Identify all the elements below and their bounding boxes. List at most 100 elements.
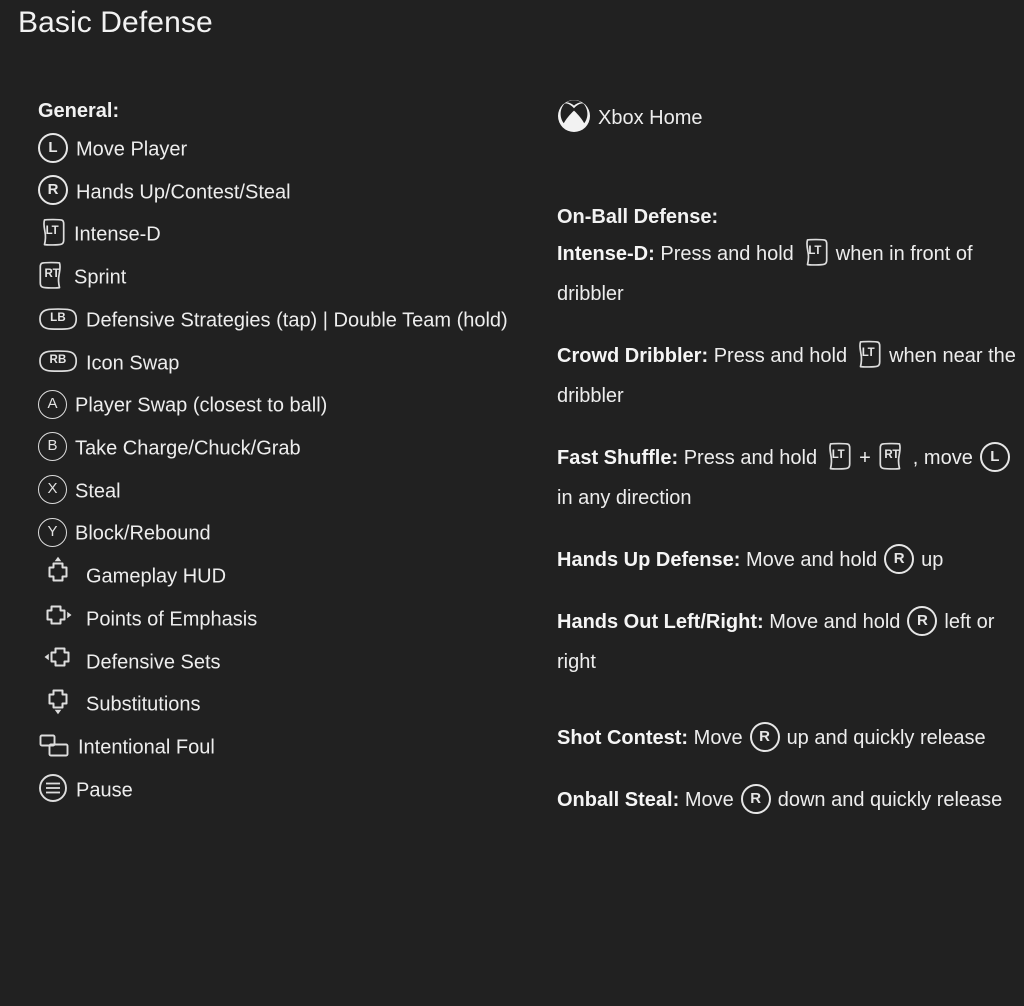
left-trigger-icon: LT	[854, 339, 882, 369]
left-trigger-label: LT	[808, 244, 822, 257]
control-label: Points of Emphasis	[86, 608, 258, 631]
control-row: Gameplay HUD	[38, 555, 518, 598]
move-shot-contest: Shot Contest: Move Rup and quickly releas…	[557, 718, 1017, 758]
move-text-1: Move	[693, 727, 743, 749]
control-label: Defensive Strategies (tap) | Double Team…	[86, 309, 508, 332]
left-trigger-icon: LT	[801, 237, 829, 267]
move-fast-shuffle: Fast Shuffle: Press and hold LT + RT , m…	[557, 438, 1017, 518]
general-heading: General:	[38, 100, 120, 122]
controls-reference-page: Basic Defense General: L Move Player R Han…	[0, 0, 1024, 1006]
control-row: RT Sprint	[38, 256, 518, 299]
right-trigger-icon: RT	[38, 260, 66, 290]
menu-button-icon	[38, 773, 68, 803]
control-row: Substitutions	[38, 683, 518, 726]
move-name: Intense-D:	[557, 243, 655, 265]
control-row: X Steal	[38, 470, 518, 513]
control-label: Defensive Sets	[86, 651, 221, 674]
move-text-1: Move	[684, 789, 734, 811]
control-label: Player Swap (closest to ball)	[75, 395, 328, 418]
control-row: L Move Player	[38, 128, 518, 171]
control-label: Icon Swap	[86, 352, 180, 375]
view-button-icon	[38, 733, 70, 759]
dpad-down-icon	[38, 684, 78, 720]
right-bumper-label: RB	[49, 354, 67, 367]
control-label: Sprint	[74, 266, 127, 289]
dpad-left-icon	[38, 641, 78, 677]
control-label: Steal	[75, 480, 121, 503]
move-text-1: Press and hold	[660, 243, 794, 265]
control-label: Take Charge/Chuck/Grab	[75, 437, 301, 460]
move-text-1: Press and hold	[683, 447, 818, 469]
right-bumper-icon: RB	[38, 349, 78, 373]
on-ball-defense-heading: On-Ball Defense:	[557, 206, 719, 228]
right-stick-icon: R	[740, 783, 771, 814]
left-trigger-icon: LT	[824, 441, 852, 471]
move-text-2: up	[921, 549, 944, 571]
left-trigger-label: LT	[831, 448, 845, 461]
control-row: Pause	[38, 769, 518, 812]
x-button-icon: X	[38, 474, 67, 504]
control-row: Y Block/Rebound	[38, 512, 518, 555]
control-row: B Take Charge/Chuck/Grab	[38, 427, 518, 470]
control-row: Points of Emphasis	[38, 598, 518, 641]
control-label: Block/Rebound	[75, 523, 211, 546]
move-name: Onball Steal:	[557, 789, 680, 811]
move-crowd-dribbler: Crowd Dribbler: Press and hold LT when n…	[557, 336, 1017, 416]
on-ball-defense-column: Xbox Home On-Ball Defense: Intense-D: Pr…	[557, 98, 1017, 842]
move-text-2: up and quickly release	[786, 727, 986, 749]
left-stick-icon: L	[38, 132, 68, 163]
move-name: Hands Up Defense:	[557, 549, 741, 571]
move-name: Crowd Dribbler:	[557, 345, 709, 367]
control-row: R Hands Up/Contest/Steal	[38, 171, 518, 214]
control-label: Pause	[76, 779, 133, 802]
move-hands-out: Hands Out Left/Right: Move and hold Rleft…	[557, 602, 1017, 682]
control-label: Substitutions	[86, 694, 201, 717]
xbox-home-row: Xbox Home	[557, 98, 1017, 138]
move-name: Fast Shuffle:	[557, 447, 679, 469]
control-label: Intense-D	[74, 224, 161, 247]
page-title: Basic Defense	[18, 6, 213, 39]
right-stick-icon: R	[749, 721, 780, 752]
control-label: Intentional Foul	[78, 736, 215, 759]
xbox-home-label: Xbox Home	[598, 107, 703, 129]
dpad-up-icon	[38, 556, 78, 592]
move-text-2: , move	[912, 447, 973, 469]
plus-sign: +	[859, 447, 871, 469]
move-name: Shot Contest:	[557, 727, 689, 749]
control-row: RB Icon Swap	[38, 342, 518, 385]
left-trigger-label: LT	[861, 346, 875, 359]
y-button-icon: Y	[38, 517, 67, 547]
control-label: Move Player	[76, 138, 188, 161]
right-trigger-label: RT	[884, 448, 900, 461]
move-name: Hands Out Left/Right:	[557, 611, 764, 633]
right-stick-icon: R	[907, 605, 938, 636]
left-stick-icon: L	[979, 441, 1010, 472]
right-trigger-label: RT	[44, 267, 60, 280]
move-text-1: Move and hold	[769, 611, 901, 633]
control-row: Defensive Sets	[38, 641, 518, 684]
left-trigger-icon: LT	[38, 217, 66, 247]
move-intense-d: Intense-D: Press and hold LT when in fro…	[557, 234, 1017, 314]
move-onball-steal: Onball Steal: Move Rdown and quickly rele…	[557, 780, 1017, 820]
xbox-guide-icon	[557, 99, 591, 133]
control-label: Hands Up/Contest/Steal	[76, 181, 291, 204]
dpad-right-icon	[38, 599, 78, 635]
move-hands-up-defense: Hands Up Defense: Move and hold Rup	[557, 540, 1017, 580]
general-controls-column: General: L Move Player R Hands Up/Contest/…	[38, 98, 518, 812]
control-row: Intentional Foul	[38, 726, 518, 769]
move-text-3: in any direction	[557, 487, 692, 509]
left-bumper-label: LB	[50, 311, 66, 324]
right-stick-icon: R	[884, 543, 915, 574]
right-trigger-icon: RT	[878, 441, 906, 471]
control-row: LT Intense-D	[38, 213, 518, 256]
control-label: Gameplay HUD	[86, 565, 227, 588]
control-row: A Player Swap (closest to ball)	[38, 384, 518, 427]
left-trigger-label: LT	[45, 225, 59, 238]
move-text-1: Move and hold	[745, 549, 878, 571]
left-bumper-icon: LB	[38, 307, 78, 331]
a-button-icon: A	[38, 389, 67, 419]
move-text-1: Press and hold	[713, 345, 848, 367]
control-row: LB Defensive Strategies (tap) | Double T…	[38, 299, 518, 342]
